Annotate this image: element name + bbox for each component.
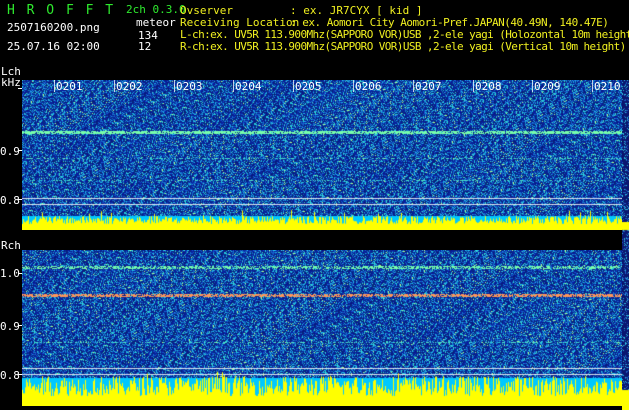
rch-ylabel-1.0: 1.0 xyxy=(0,267,20,280)
meteor-count-rch: 12 xyxy=(138,40,152,53)
rch-ylabel-0.8: 0.8 xyxy=(0,369,20,382)
app-brand: H R O F F T xyxy=(7,3,116,18)
time-label-0203: 0203 xyxy=(176,80,203,93)
time-label-0207: 0207 xyxy=(415,80,442,93)
mode-label: 2ch 0.3.0 xyxy=(126,3,186,16)
right-edge-strip xyxy=(622,80,629,410)
time-divider xyxy=(114,80,115,92)
time-label-0209: 0209 xyxy=(534,80,561,93)
observer-value: : ex. JR7CYX [ kid ] xyxy=(290,4,423,17)
datetime-label: 25.07.16 02:00 xyxy=(7,40,100,53)
time-label-0201: 0201 xyxy=(56,80,83,93)
time-label-0204: 0204 xyxy=(235,80,262,93)
time-divider xyxy=(592,80,593,92)
time-label-0208: 0208 xyxy=(475,80,502,93)
time-divider xyxy=(293,80,294,92)
observer-label: Ovserver xyxy=(180,4,233,17)
location-label: Receiving Location xyxy=(180,16,300,29)
lch-receiver-info: L-ch:ex. UV5R 113.900Mhz(SAPPORO VOR)USB… xyxy=(180,28,629,41)
khz-unit-label: kHz xyxy=(1,76,21,89)
rch-receiver-info: R-ch:ex. UV5R 113.900Mhz(SAPPORO VOR)USB… xyxy=(180,40,626,53)
filename-label: 2507160200.png xyxy=(7,21,100,34)
time-divider xyxy=(353,80,354,92)
time-label-0206: 0206 xyxy=(355,80,382,93)
time-label-0210: 0210 xyxy=(594,80,621,93)
lch-ylabel-0.9: 0.9 xyxy=(0,145,20,158)
time-divider xyxy=(413,80,414,92)
rch-ylabel-0.9: 0.9 xyxy=(0,320,20,333)
rch-spectrogram xyxy=(22,250,622,406)
lch-spectrogram xyxy=(22,80,622,230)
time-divider xyxy=(473,80,474,92)
location-value: : ex. Aomori City Aomori-Pref.JAPAN(40.4… xyxy=(290,16,609,29)
meteor-label: meteor xyxy=(136,16,176,29)
time-divider xyxy=(174,80,175,92)
time-divider xyxy=(54,80,55,92)
lch-ylabel-0.8: 0.8 xyxy=(0,194,20,207)
time-divider xyxy=(532,80,533,92)
time-label-0202: 0202 xyxy=(116,80,143,93)
rch-label: Rch xyxy=(1,239,21,252)
time-label-0205: 0205 xyxy=(295,80,322,93)
time-divider xyxy=(233,80,234,92)
